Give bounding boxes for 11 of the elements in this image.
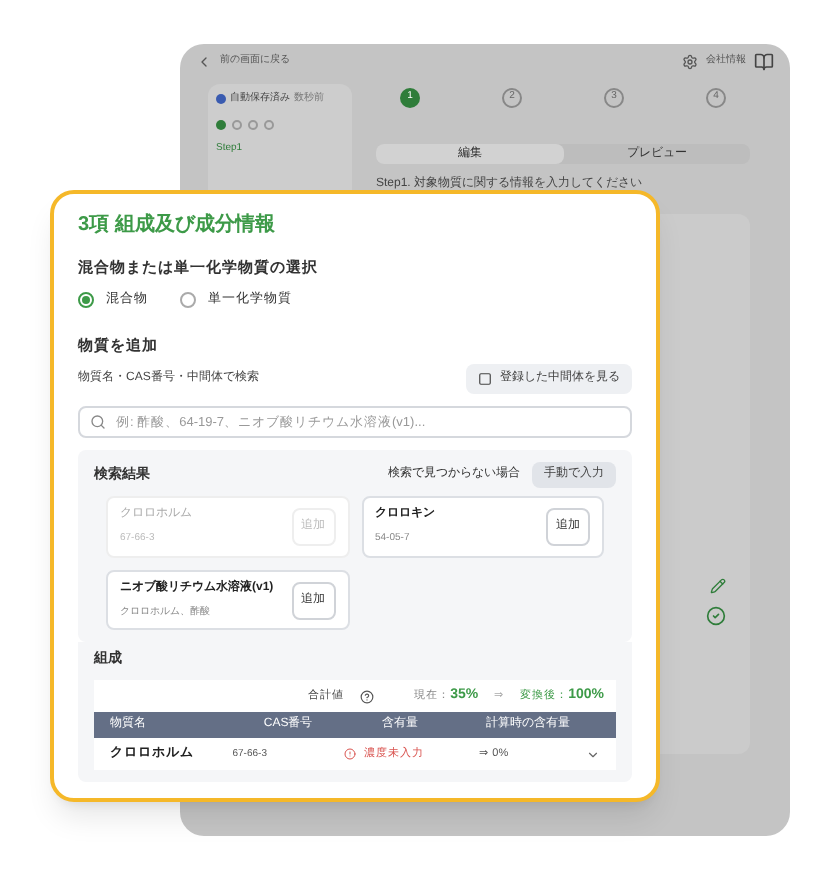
back-icon xyxy=(196,54,212,70)
help-icon[interactable] xyxy=(360,689,375,703)
settings-icon[interactable] xyxy=(682,54,698,70)
search-icon xyxy=(90,414,106,431)
card-title: 3項 組成及び成分情報 xyxy=(78,211,277,240)
expand-icon[interactable] xyxy=(586,747,600,762)
pencil-icon[interactable] xyxy=(710,578,726,594)
book-icon[interactable] xyxy=(754,52,774,72)
checkbox-icon xyxy=(478,372,492,387)
check-circle-icon xyxy=(706,606,726,626)
alert-icon xyxy=(343,748,356,761)
